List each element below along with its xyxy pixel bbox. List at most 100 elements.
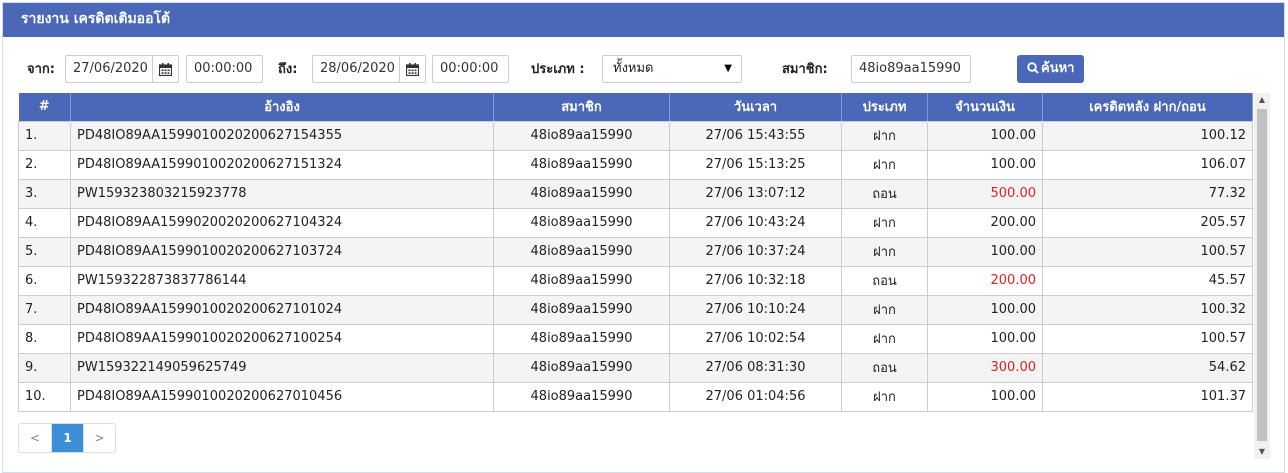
col-header-no[interactable]: # bbox=[18, 93, 71, 121]
table-row: 10. PD48IO89AA1599010020200627010456 48io8… bbox=[18, 381, 1253, 412]
member-input[interactable]: 48io89aa15990 bbox=[851, 55, 971, 83]
search-button-label: ค้นหา bbox=[1041, 61, 1075, 76]
scroll-up-icon[interactable]: ▲ bbox=[1254, 93, 1270, 107]
table-row: 1. PD48IO89AA1599010020200627154355 48io89… bbox=[18, 120, 1253, 151]
cell-member: 48io89aa15990 bbox=[493, 120, 670, 151]
cell-type: ถอน bbox=[841, 352, 928, 383]
col-header-amount[interactable]: จำนวนเงิน bbox=[927, 93, 1043, 121]
to-date-calendar-button[interactable] bbox=[400, 55, 426, 83]
cell-time: 27/06 15:13:25 bbox=[669, 149, 842, 180]
to-date-input[interactable]: 28/06/2020 bbox=[312, 55, 400, 83]
cell-time: 27/06 10:43:24 bbox=[669, 207, 842, 238]
type-select[interactable]: ทั้งหมด ▼ bbox=[602, 55, 742, 83]
table-header-row: # อ้างอิง สมาชิก วันเวลา ประเภท จำนวนเงิ… bbox=[18, 93, 1253, 121]
col-header-type[interactable]: ประเภท bbox=[841, 93, 928, 121]
cell-amount: 100.00 bbox=[927, 381, 1043, 412]
cell-member: 48io89aa15990 bbox=[493, 381, 670, 412]
cell-ref: PD48IO89AA1599010020200627151324 bbox=[70, 149, 494, 180]
scrollbar-thumb[interactable] bbox=[1257, 109, 1267, 441]
cell-amount: 100.00 bbox=[927, 236, 1043, 267]
cell-type: ฝาก bbox=[841, 294, 928, 325]
cell-amount: 500.00 bbox=[927, 178, 1043, 209]
cell-no: 7. bbox=[18, 294, 71, 325]
table-row: 6. PW159322873837786144 48io89aa15990 27/06… bbox=[18, 265, 1253, 296]
cell-no: 2. bbox=[18, 149, 71, 180]
cell-time: 27/06 10:02:54 bbox=[669, 323, 842, 354]
cell-ref: PD48IO89AA1599010020200627010456 bbox=[70, 381, 494, 412]
cell-type: ฝาก bbox=[841, 381, 928, 412]
cell-after: 77.32 bbox=[1042, 178, 1253, 209]
cell-no: 6. bbox=[18, 265, 71, 296]
cell-type: ฝาก bbox=[841, 236, 928, 267]
pagination: < 1 > bbox=[18, 423, 116, 453]
cell-time: 27/06 10:10:24 bbox=[669, 294, 842, 325]
table-scrollbar[interactable]: ▲ ▼ bbox=[1254, 93, 1270, 459]
cell-amount: 100.00 bbox=[927, 149, 1043, 180]
from-time-input[interactable]: 00:00:00 bbox=[186, 55, 263, 83]
col-header-member[interactable]: สมาชิก bbox=[493, 93, 670, 121]
cell-type: ถอน bbox=[841, 265, 928, 296]
cell-ref: PD48IO89AA1599010020200627100254 bbox=[70, 323, 494, 354]
table-row: 5. PD48IO89AA1599010020200627103724 48io89… bbox=[18, 236, 1253, 267]
cell-ref: PD48IO89AA1599010020200627101024 bbox=[70, 294, 494, 325]
report-panel: รายงาน เครดิตเติมออโต้ จาก: 27/06/2020 0… bbox=[2, 2, 1285, 473]
cell-no: 10. bbox=[18, 381, 71, 412]
cell-after: 100.12 bbox=[1042, 120, 1253, 151]
cell-time: 27/06 10:37:24 bbox=[669, 236, 842, 267]
search-button[interactable]: ค้นหา bbox=[1017, 55, 1085, 83]
cell-after: 205.57 bbox=[1042, 207, 1253, 238]
pager-page-1[interactable]: 1 bbox=[51, 424, 83, 452]
search-icon bbox=[1027, 62, 1039, 74]
cell-type: ถอน bbox=[841, 178, 928, 209]
col-header-after[interactable]: เครดิตหลัง ฝาก/ถอน bbox=[1042, 93, 1253, 121]
cell-amount: 300.00 bbox=[927, 352, 1043, 383]
calendar-icon bbox=[406, 63, 419, 76]
table-row: 3. PW159323803215923778 48io89aa15990 27/06… bbox=[18, 178, 1253, 209]
cell-no: 3. bbox=[18, 178, 71, 209]
to-label: ถึง: bbox=[278, 62, 298, 77]
scroll-down-icon[interactable]: ▼ bbox=[1254, 445, 1270, 459]
cell-ref: PW159322873837786144 bbox=[70, 265, 494, 296]
cell-after: 100.57 bbox=[1042, 236, 1253, 267]
cell-type: ฝาก bbox=[841, 120, 928, 151]
from-date-calendar-button[interactable] bbox=[153, 55, 179, 83]
cell-time: 27/06 15:43:55 bbox=[669, 120, 842, 151]
cell-after: 54.62 bbox=[1042, 352, 1253, 383]
cell-member: 48io89aa15990 bbox=[493, 178, 670, 209]
cell-after: 100.57 bbox=[1042, 323, 1253, 354]
cell-ref: PD48IO89AA1599010020200627154355 bbox=[70, 120, 494, 151]
cell-time: 27/06 10:32:18 bbox=[669, 265, 842, 296]
cell-type: ฝาก bbox=[841, 149, 928, 180]
cell-amount: 200.00 bbox=[927, 265, 1043, 296]
cell-time: 27/06 13:07:12 bbox=[669, 178, 842, 209]
type-label: ประเภท : bbox=[531, 62, 585, 77]
cell-ref: PD48IO89AA1599010020200627103724 bbox=[70, 236, 494, 267]
table-row: 7. PD48IO89AA1599010020200627101024 48io89… bbox=[18, 294, 1253, 325]
from-date-input[interactable]: 27/06/2020 bbox=[65, 55, 153, 83]
col-header-ref[interactable]: อ้างอิง bbox=[70, 93, 494, 121]
to-time-input[interactable]: 00:00:00 bbox=[432, 55, 509, 83]
pager-prev-button[interactable]: < bbox=[19, 424, 51, 452]
cell-no: 9. bbox=[18, 352, 71, 383]
cell-member: 48io89aa15990 bbox=[493, 294, 670, 325]
table-row: 2. PD48IO89AA1599010020200627151324 48io89… bbox=[18, 149, 1253, 180]
member-label: สมาชิก: bbox=[782, 62, 828, 77]
report-table-wrap: # อ้างอิง สมาชิก วันเวลา ประเภท จำนวนเงิ… bbox=[18, 93, 1253, 412]
cell-after: 101.37 bbox=[1042, 381, 1253, 412]
cell-ref: PW159323803215923778 bbox=[70, 178, 494, 209]
cell-member: 48io89aa15990 bbox=[493, 207, 670, 238]
report-table: # อ้างอิง สมาชิก วันเวลา ประเภท จำนวนเงิ… bbox=[18, 93, 1253, 412]
pager-next-button[interactable]: > bbox=[83, 424, 115, 452]
table-row: 8. PD48IO89AA1599010020200627100254 48io89… bbox=[18, 323, 1253, 354]
cell-amount: 100.00 bbox=[927, 294, 1043, 325]
cell-no: 4. bbox=[18, 207, 71, 238]
table-row: 4. PD48IO89AA1599020020200627104324 48io89… bbox=[18, 207, 1253, 238]
col-header-time[interactable]: วันเวลา bbox=[669, 93, 842, 121]
cell-type: ฝาก bbox=[841, 207, 928, 238]
cell-no: 8. bbox=[18, 323, 71, 354]
cell-type: ฝาก bbox=[841, 323, 928, 354]
from-label: จาก: bbox=[27, 62, 55, 77]
cell-after: 106.07 bbox=[1042, 149, 1253, 180]
cell-after: 100.32 bbox=[1042, 294, 1253, 325]
cell-ref: PW159322149059625749 bbox=[70, 352, 494, 383]
